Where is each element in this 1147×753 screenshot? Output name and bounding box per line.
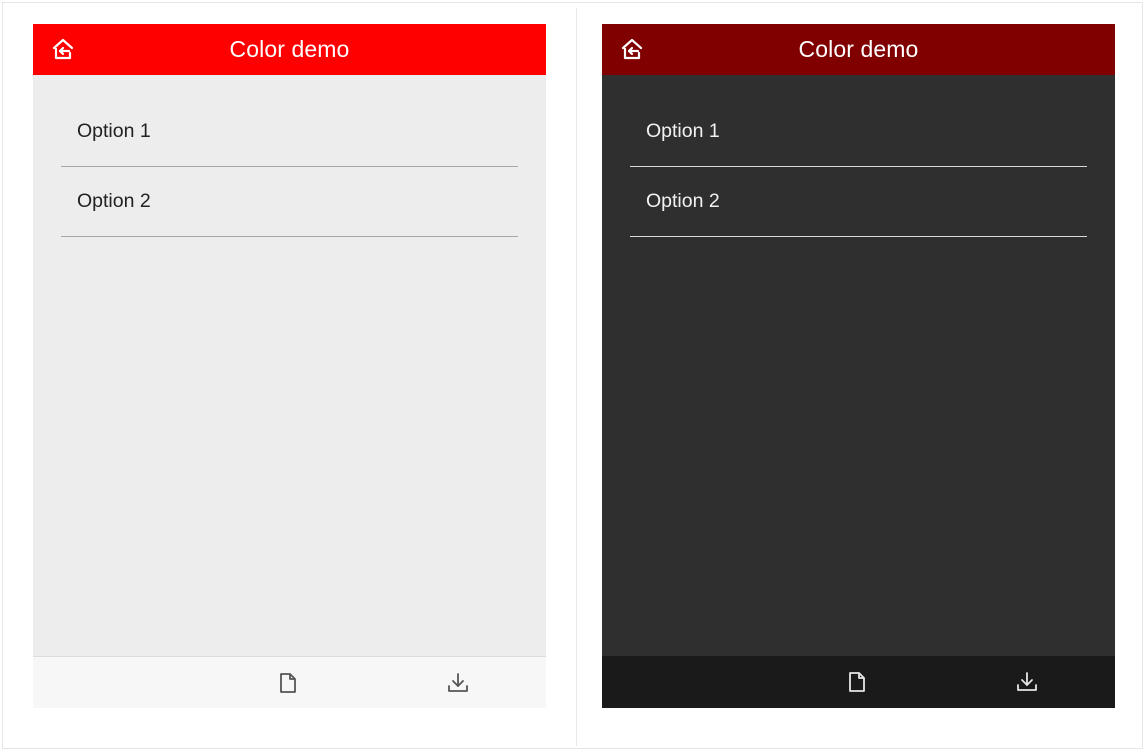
- bottom-toolbar: [602, 656, 1115, 708]
- app-title: Color demo: [798, 36, 919, 62]
- file-icon[interactable]: [845, 670, 869, 694]
- home-back-icon[interactable]: [51, 37, 75, 61]
- list-item-label: Option 1: [77, 120, 151, 142]
- light-theme-panel: Color demo Option 1 Option 2: [33, 24, 546, 708]
- download-icon[interactable]: [1015, 670, 1039, 694]
- app-header: Color demo: [33, 24, 546, 75]
- bottom-toolbar: [33, 656, 546, 708]
- options-list: Option 1 Option 2: [630, 75, 1087, 237]
- list-item-option-1[interactable]: Option 1: [61, 75, 518, 167]
- app-title: Color demo: [229, 36, 350, 62]
- list-item-option-2[interactable]: Option 2: [61, 167, 518, 237]
- list-item-label: Option 2: [646, 190, 720, 212]
- home-back-icon[interactable]: [620, 37, 644, 61]
- panel-divider: [576, 8, 577, 746]
- list-item-label: Option 2: [77, 190, 151, 212]
- file-icon[interactable]: [276, 671, 300, 695]
- dark-theme-panel: Color demo Option 1 Option 2: [602, 24, 1115, 708]
- download-icon[interactable]: [446, 671, 470, 695]
- options-list: Option 1 Option 2: [61, 75, 518, 237]
- list-item-label: Option 1: [646, 120, 720, 142]
- list-item-option-2[interactable]: Option 2: [630, 167, 1087, 237]
- app-header: Color demo: [602, 24, 1115, 75]
- list-item-option-1[interactable]: Option 1: [630, 75, 1087, 167]
